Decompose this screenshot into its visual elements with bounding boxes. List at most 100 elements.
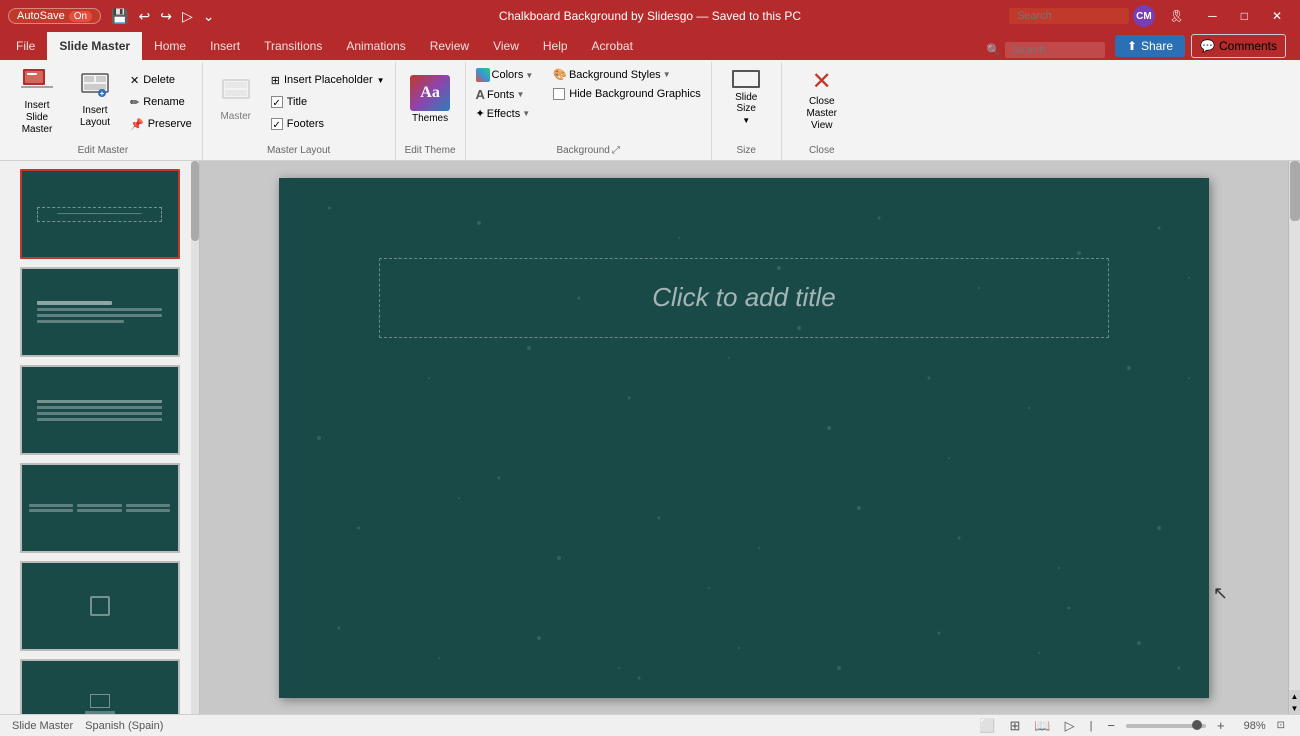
- insert-layout-button[interactable]: + InsertLayout: [68, 66, 122, 134]
- autosave-control[interactable]: AutoSave On: [8, 8, 101, 24]
- fonts-dropdown[interactable]: A Fonts ▼: [472, 85, 538, 104]
- slideshow-button[interactable]: ▷: [1062, 717, 1078, 735]
- right-scrollbar-thumb[interactable]: [1290, 161, 1300, 221]
- autosave-label: AutoSave: [17, 10, 65, 22]
- insert-slide-master-button[interactable]: Insert SlideMaster: [10, 66, 64, 134]
- insert-placeholder-icon: ⊞: [271, 74, 280, 87]
- tab-animations[interactable]: Animations: [334, 32, 417, 60]
- title-bar-right: CM 🎗 ─ □ ✕: [1009, 0, 1292, 32]
- scroll-down-button[interactable]: ▼: [1289, 702, 1300, 714]
- background-expand-icon[interactable]: ⤢: [612, 145, 620, 156]
- save-button[interactable]: 💾: [107, 6, 132, 27]
- share-button[interactable]: ⬆ Share: [1115, 35, 1185, 57]
- title-search-input[interactable]: [1009, 8, 1129, 24]
- scroll-up-button[interactable]: ▲: [1289, 690, 1300, 702]
- colors-dropdown[interactable]: Colors ▼: [472, 66, 538, 84]
- main-area: ─────────────────: [0, 161, 1300, 714]
- normal-view-button[interactable]: ⬜: [976, 717, 998, 735]
- close-button[interactable]: ✕: [1262, 0, 1292, 32]
- ribbon-tabs: File Slide Master Home Insert Transition…: [0, 32, 1300, 60]
- effects-icon: ✦: [476, 107, 485, 120]
- close-master-view-button[interactable]: ✕ CloseMaster View: [797, 66, 847, 136]
- rename-button[interactable]: ✏ Rename: [126, 92, 196, 112]
- customize-quick-access-button[interactable]: ⌄: [199, 6, 219, 27]
- ribbon-toggle-button[interactable]: 🎗: [1159, 0, 1194, 32]
- hide-background-graphics-button[interactable]: Hide Background Graphics: [549, 84, 704, 104]
- undo-button[interactable]: ↩: [134, 6, 154, 27]
- status-right: ⬜ ⊞ 📖 ▷ | − + 98% ⊡: [976, 717, 1288, 735]
- tab-home[interactable]: Home: [142, 32, 198, 60]
- slide-thumb-5[interactable]: [20, 561, 180, 651]
- effects-dropdown[interactable]: ✦ Effects ▼: [472, 105, 538, 122]
- window-title: Chalkboard Background by Slidesgo — Save…: [499, 9, 801, 23]
- fonts-icon: A: [476, 87, 485, 102]
- slide-thumb-1[interactable]: ─────────────────: [20, 169, 180, 259]
- group-size: Slide Size ▼ Size: [712, 62, 782, 160]
- master-button[interactable]: Master: [209, 66, 263, 134]
- bg-styles-arrow-icon: ▼: [663, 70, 671, 79]
- slide-thumb-2[interactable]: [20, 267, 180, 357]
- slide-thumb-6[interactable]: [20, 659, 180, 714]
- tab-insert[interactable]: Insert: [198, 32, 252, 60]
- tab-review[interactable]: Review: [418, 32, 481, 60]
- tab-file[interactable]: File: [4, 32, 47, 60]
- slide-sorter-button[interactable]: ⊞: [1006, 717, 1023, 735]
- insert-slide-master-icon: [21, 65, 53, 98]
- slide-size-button[interactable]: Slide Size ▼: [726, 66, 766, 129]
- status-left: Slide Master Spanish (Spain): [12, 720, 163, 732]
- status-bar: Slide Master Spanish (Spain) ⬜ ⊞ 📖 ▷ | −…: [0, 714, 1300, 736]
- fit-slide-button[interactable]: ⊡: [1274, 719, 1288, 732]
- zoom-percent: 98%: [1236, 720, 1266, 732]
- zoom-out-button[interactable]: −: [1104, 717, 1118, 734]
- search-icon: 🔍: [986, 43, 1001, 57]
- edit-theme-label: Edit Theme: [402, 142, 459, 158]
- slide-thumb-4[interactable]: [20, 463, 180, 553]
- colors-arrow-icon: ▼: [525, 71, 533, 80]
- slide-panel[interactable]: ─────────────────: [0, 161, 200, 714]
- maximize-button[interactable]: □: [1231, 0, 1258, 32]
- themes-button[interactable]: Aa Themes: [403, 66, 457, 134]
- right-scrollbar[interactable]: ▲ ▼: [1288, 161, 1300, 714]
- preserve-button[interactable]: 📌 Preserve: [126, 114, 196, 134]
- background-styles-icon: 🎨: [553, 68, 567, 81]
- tab-slide-master[interactable]: Slide Master: [47, 32, 142, 60]
- user-avatar[interactable]: CM: [1133, 5, 1155, 27]
- zoom-slider[interactable]: [1126, 724, 1206, 728]
- comments-button[interactable]: 💬 Comments: [1191, 34, 1286, 58]
- zoom-in-button[interactable]: +: [1214, 717, 1228, 734]
- canvas-area[interactable]: Click to add title ↖: [200, 161, 1288, 714]
- title-placeholder[interactable]: Click to add title: [379, 258, 1109, 338]
- title-checkbox[interactable]: Title: [267, 92, 389, 112]
- effects-arrow-icon: ▼: [522, 109, 530, 118]
- tab-view[interactable]: View: [481, 32, 531, 60]
- comments-icon: 💬: [1200, 39, 1215, 53]
- title-bar: AutoSave On 💾 ↩ ↪ ▷ ⌄ Chalkboard Backgro…: [0, 0, 1300, 32]
- reading-view-button[interactable]: 📖: [1031, 717, 1053, 735]
- footers-checkbox[interactable]: Footers: [267, 114, 389, 134]
- background-styles-dropdown[interactable]: 🎨 Background Styles ▼: [549, 66, 704, 83]
- slide-thumb-3[interactable]: [20, 365, 180, 455]
- status-divider: |: [1090, 720, 1093, 732]
- share-icon: ⬆: [1127, 39, 1137, 53]
- ribbon-search-input[interactable]: [1005, 42, 1105, 58]
- insert-placeholder-button[interactable]: ⊞ Insert Placeholder ▼: [267, 70, 389, 90]
- redo-button[interactable]: ↪: [156, 6, 176, 27]
- master-icon: [221, 78, 251, 109]
- tab-transitions[interactable]: Transitions: [252, 32, 334, 60]
- title-bar-left: AutoSave On 💾 ↩ ↪ ▷ ⌄: [8, 6, 218, 27]
- present-button[interactable]: ▷: [178, 6, 197, 27]
- slide-canvas[interactable]: Click to add title: [279, 178, 1209, 698]
- minimize-button[interactable]: ─: [1198, 0, 1227, 32]
- rename-icon: ✏: [130, 96, 139, 109]
- tab-acrobat[interactable]: Acrobat: [580, 32, 645, 60]
- insert-layout-icon: +: [80, 72, 110, 103]
- group-edit-theme: Aa Themes Edit Theme: [396, 62, 466, 160]
- quick-access-toolbar: 💾 ↩ ↪ ▷ ⌄: [107, 6, 218, 27]
- title-check-icon: [271, 96, 283, 108]
- slide-size-rect-icon: [732, 70, 760, 88]
- cursor-indicator: ↖: [1213, 583, 1228, 604]
- delete-button[interactable]: ✕ Delete: [126, 70, 196, 90]
- right-scroll-arrows: ▲ ▼: [1289, 690, 1300, 714]
- autosave-toggle[interactable]: On: [69, 11, 92, 22]
- tab-help[interactable]: Help: [531, 32, 580, 60]
